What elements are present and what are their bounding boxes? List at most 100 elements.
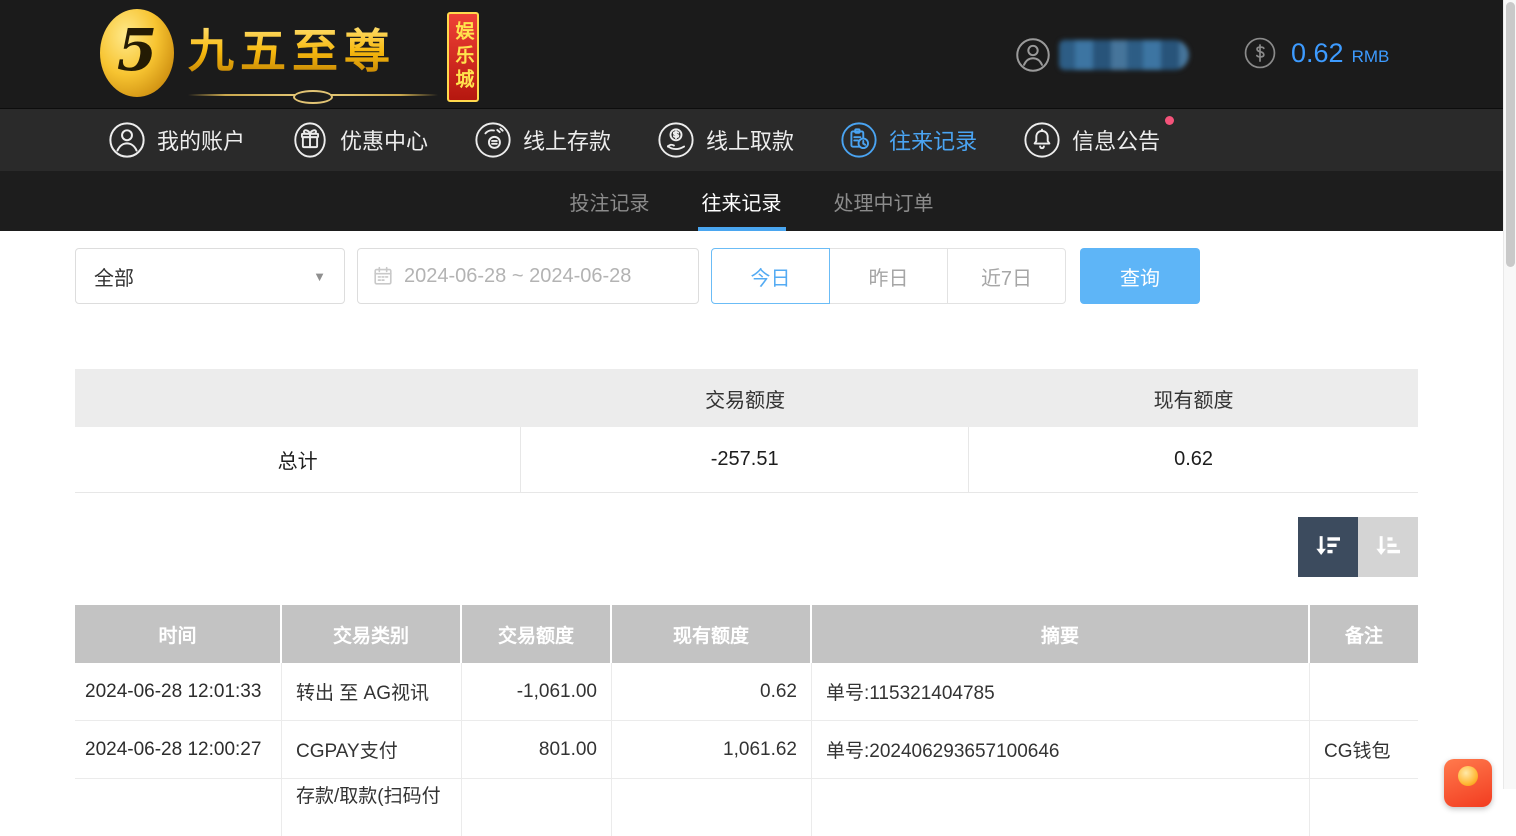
cell-time: [75, 779, 282, 836]
page-scrollbar: [1503, 0, 1516, 789]
cell-category: 存款/取款(扫码付: [282, 779, 462, 836]
cell-note: CG钱包: [1310, 721, 1418, 778]
quick-label: 近7日: [981, 262, 1032, 291]
tab-pending-orders[interactable]: 处理中订单: [832, 171, 936, 231]
tab-label: 投注记录: [570, 187, 650, 216]
cell-balance: 1,061.62: [612, 721, 812, 778]
balance-display[interactable]: 0.62 RMB: [1243, 36, 1389, 70]
cell-category: CGPAY支付: [282, 721, 462, 778]
sort-controls: [75, 517, 1418, 577]
content-area: 全部 ▼ 2024-06-28 ~ 2024-06-28 今日 昨日: [0, 248, 1503, 836]
user-account[interactable]: [1015, 37, 1189, 73]
summary-total-label: 总计: [75, 427, 521, 492]
search-button[interactable]: 查询: [1080, 248, 1200, 304]
quick-yesterday-button[interactable]: 昨日: [829, 248, 948, 304]
deposit-icon: [474, 121, 512, 159]
tab-bet-records[interactable]: 投注记录: [568, 171, 652, 231]
balance-amount: 0.62: [1291, 38, 1344, 69]
nav-item-announcements[interactable]: 信息公告: [1023, 121, 1160, 159]
caret-down-icon: ▼: [313, 269, 326, 284]
brand-flourish: [188, 89, 438, 101]
summary-header-empty: [75, 369, 521, 427]
active-tab-underline: [698, 227, 786, 231]
cell-summary: [812, 779, 1310, 836]
nav-item-records[interactable]: 往来记录: [840, 121, 977, 159]
gift-icon: [291, 121, 329, 159]
bell-icon: [1023, 121, 1061, 159]
sort-desc-icon: [1312, 531, 1344, 563]
col-header-note: 备注: [1310, 605, 1418, 663]
quick-label: 昨日: [869, 262, 909, 291]
username-redacted: [1059, 40, 1189, 70]
scrollbar-thumb[interactable]: [1506, 2, 1515, 267]
cell-time: 2024-06-28 12:01:33: [75, 663, 282, 720]
col-header-summary: 摘要: [812, 605, 1310, 663]
tab-label: 处理中订单: [834, 187, 934, 216]
brand-text-wrap: 九五至尊: [188, 15, 438, 101]
tab-transaction-records[interactable]: 往来记录: [700, 171, 784, 231]
cell-summary: 单号:202406293657100646: [812, 721, 1310, 778]
summary-total-balance: 0.62: [969, 427, 1418, 492]
summary-table: 交易额度 现有额度 总计 -257.51 0.62: [75, 369, 1418, 493]
avatar-icon: [1015, 37, 1051, 73]
red-packet-icon[interactable]: [1444, 759, 1492, 807]
col-header-time: 时间: [75, 605, 282, 663]
nav-label: 线上取款: [706, 124, 794, 156]
nav-label: 我的账户: [157, 124, 245, 156]
sort-asc-icon: [1372, 531, 1404, 563]
cell-note: [1310, 779, 1418, 836]
table-row: 存款/取款(扫码付: [75, 779, 1418, 836]
calendar-icon: [372, 265, 394, 287]
top-header: 5 九五至尊 娱乐城 0.62 RMB: [0, 0, 1503, 108]
col-header-balance: 现有额度: [612, 605, 812, 663]
nav-item-promotions[interactable]: 优惠中心: [291, 121, 428, 159]
cell-balance: [612, 779, 812, 836]
nav-label: 信息公告: [1072, 124, 1160, 156]
nav-item-withdraw[interactable]: 线上取款: [657, 121, 794, 159]
cell-amount: -1,061.00: [462, 663, 612, 720]
summary-total-row: 总计 -257.51 0.62: [75, 427, 1418, 493]
table-row: 2024-06-28 12:00:27 CGPAY支付 801.00 1,061…: [75, 721, 1418, 779]
cell-amount: [462, 779, 612, 836]
user-icon: [108, 121, 146, 159]
category-select-value: 全部: [94, 262, 134, 291]
main-nav: 我的账户 优惠中心 线上存款: [0, 108, 1503, 171]
cell-summary: 单号:115321404785: [812, 663, 1310, 720]
nav-item-deposit[interactable]: 线上存款: [474, 121, 611, 159]
cell-category: 转出 至 AG视讯: [282, 663, 462, 720]
brand-logo-icon: 5: [100, 9, 174, 97]
brand-logo[interactable]: 5 九五至尊 娱乐城: [100, 9, 479, 102]
summary-header-balance: 现有额度: [969, 369, 1418, 427]
date-range-input[interactable]: 2024-06-28 ~ 2024-06-28: [357, 248, 699, 304]
nav-label: 优惠中心: [340, 124, 428, 156]
date-range-value: 2024-06-28 ~ 2024-06-28: [404, 265, 631, 288]
record-subtabs: 投注记录 往来记录 处理中订单: [0, 171, 1503, 231]
brand-name: 九五至尊: [188, 15, 438, 81]
quick-range-group: 今日 昨日 近7日: [711, 248, 1066, 304]
cell-time: 2024-06-28 12:00:27: [75, 721, 282, 778]
brand-badge: 娱乐城: [447, 12, 479, 102]
cell-balance: 0.62: [612, 663, 812, 720]
col-header-amount: 交易额度: [462, 605, 612, 663]
tab-label: 往来记录: [702, 187, 782, 216]
records-icon: [840, 121, 878, 159]
dollar-icon: [1243, 36, 1277, 70]
quick-label: 今日: [751, 262, 791, 291]
sort-desc-button[interactable]: [1298, 517, 1358, 577]
summary-header-row: 交易额度 现有额度: [75, 369, 1418, 427]
summary-header-transaction: 交易额度: [521, 369, 969, 427]
nav-label: 线上存款: [523, 124, 611, 156]
category-select[interactable]: 全部 ▼: [75, 248, 345, 304]
filter-row: 全部 ▼ 2024-06-28 ~ 2024-06-28 今日 昨日: [75, 248, 1418, 304]
cell-note: [1310, 663, 1418, 720]
col-header-category: 交易类别: [282, 605, 462, 663]
page: 5 九五至尊 娱乐城 0.62 RMB: [0, 0, 1503, 836]
quick-today-button[interactable]: 今日: [711, 248, 830, 304]
withdraw-icon: [657, 121, 695, 159]
nav-item-my-account[interactable]: 我的账户: [108, 121, 245, 159]
nav-label: 往来记录: [889, 124, 977, 156]
quick-last7days-button[interactable]: 近7日: [947, 248, 1066, 304]
cell-amount: 801.00: [462, 721, 612, 778]
table-row: 2024-06-28 12:01:33 转出 至 AG视讯 -1,061.00 …: [75, 663, 1418, 721]
sort-asc-button[interactable]: [1358, 517, 1418, 577]
